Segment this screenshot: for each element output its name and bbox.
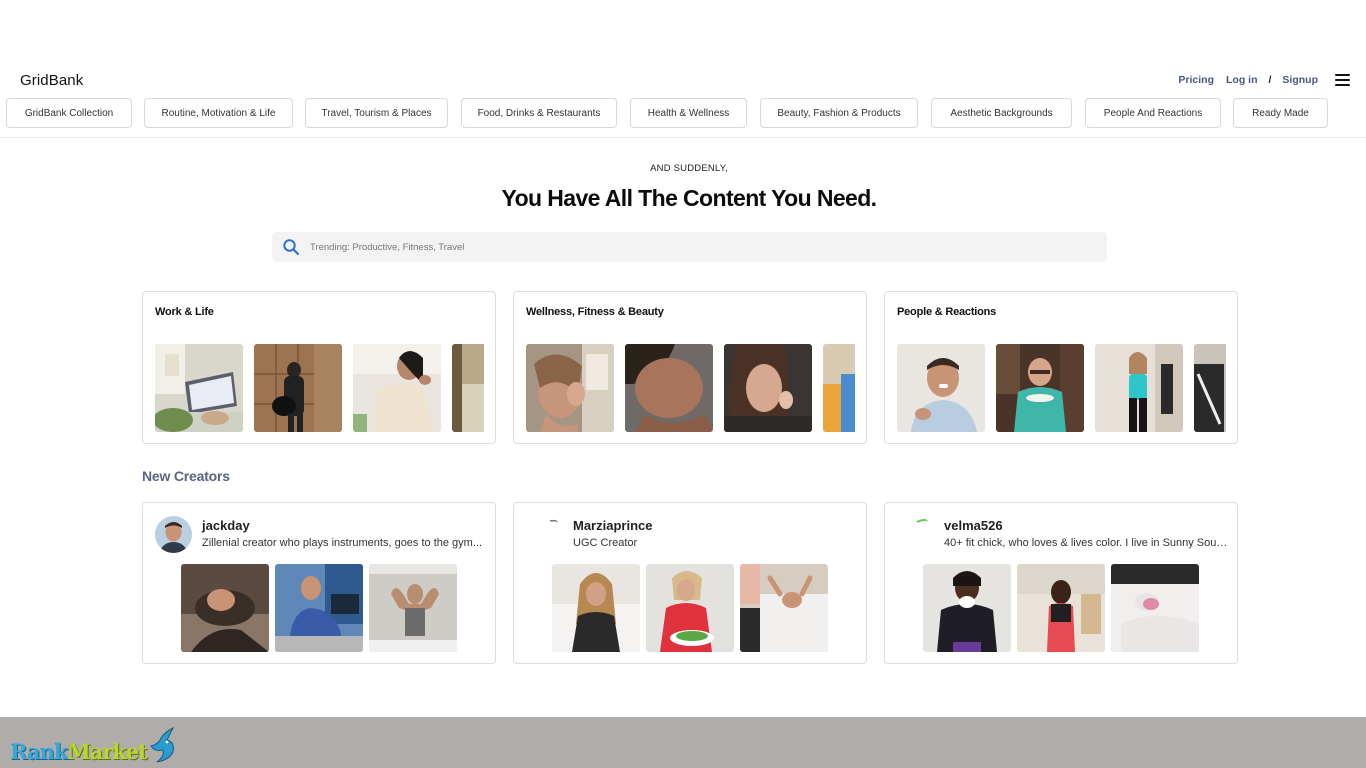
- creator-name[interactable]: jackday: [202, 518, 250, 533]
- thumbnail-smiling-man[interactable]: [897, 344, 985, 432]
- creator-bio: Zillenial creator who plays instruments,…: [202, 537, 483, 549]
- thumbnail-skincare-1[interactable]: [526, 344, 614, 432]
- thumbnail-man-flexing[interactable]: [369, 564, 457, 652]
- category-tab-travel[interactable]: Travel, Tourism & Places: [305, 98, 448, 128]
- thumbnail-woman-salad[interactable]: [646, 564, 734, 652]
- creator-bio: 40+ fit chick, who loves & lives color. …: [944, 537, 1228, 549]
- creator-name[interactable]: velma526: [944, 518, 1003, 533]
- category-tab-routine[interactable]: Routine, Motivation & Life: [144, 98, 293, 128]
- thumbnail-bed[interactable]: [740, 564, 828, 652]
- thumbnail-skincare-2[interactable]: [625, 344, 713, 432]
- category-tab-beauty[interactable]: Beauty, Fashion & Products: [760, 98, 918, 128]
- new-creators-heading: New Creators: [142, 468, 230, 484]
- top-nav: Pricing Log in / Signup: [1178, 74, 1350, 86]
- category-tab-aesthetic[interactable]: Aesthetic Backgrounds: [931, 98, 1072, 128]
- creator-card-velma526[interactable]: velma526 40+ fit chick, who loves & live…: [884, 502, 1238, 664]
- collection-title: People & Reactions: [897, 306, 997, 318]
- header-divider: [0, 137, 1366, 138]
- thumbnail-woman-bed[interactable]: [1111, 564, 1199, 652]
- rankmarket-logo: Rank Market: [10, 726, 179, 764]
- thumbnail-partial[interactable]: [1194, 344, 1226, 432]
- thumbnail-woman-sofa[interactable]: [552, 564, 640, 652]
- thumbnail-laptop[interactable]: [155, 344, 243, 432]
- signup-link[interactable]: Signup: [1282, 74, 1318, 86]
- collection-card-wellness[interactable]: Wellness, Fitness & Beauty: [513, 291, 867, 444]
- creator-card-jackday[interactable]: jackday Zillenial creator who plays inst…: [142, 502, 496, 664]
- creator-bio: UGC Creator: [573, 537, 638, 549]
- creator-thumbnails: [552, 564, 828, 652]
- logo-word-2: Market: [67, 739, 148, 764]
- creator-thumbnails: [181, 564, 457, 652]
- creator-thumbnails: [923, 564, 1199, 652]
- category-tab-ready-made[interactable]: Ready Made: [1233, 98, 1328, 128]
- collection-thumbnails: [155, 344, 484, 432]
- thumbnail-room[interactable]: [452, 344, 484, 432]
- search-bar[interactable]: [272, 232, 1107, 262]
- hero-eyebrow: AND SUDDENLY,: [650, 163, 728, 174]
- logo-word-1: Rank: [10, 739, 68, 764]
- avatar[interactable]: [526, 516, 563, 553]
- collection-thumbnails: [526, 344, 855, 432]
- creator-card-marziaprince[interactable]: Marziaprince UGC Creator: [513, 502, 867, 664]
- collection-title: Wellness, Fitness & Beauty: [526, 306, 664, 318]
- search-icon[interactable]: [282, 238, 300, 256]
- collection-card-people[interactable]: People & Reactions: [884, 291, 1238, 444]
- thumbnail-sweater[interactable]: [353, 344, 441, 432]
- thumbnail-tired-man[interactable]: [181, 564, 269, 652]
- creator-name[interactable]: Marziaprince: [573, 518, 652, 533]
- thumbnail-man-eating[interactable]: [996, 344, 1084, 432]
- page: GridBank Pricing Log in / Signup GridBan…: [0, 0, 1366, 768]
- unicorn-icon: [150, 726, 175, 762]
- collection-thumbnails: [897, 344, 1226, 432]
- collection-card-work-life[interactable]: Work & Life: [142, 291, 496, 444]
- brand-logo[interactable]: GridBank: [20, 72, 83, 89]
- category-tab-health[interactable]: Health & Wellness: [630, 98, 747, 128]
- pricing-link[interactable]: Pricing: [1178, 74, 1214, 86]
- thumbnail-woman-gym[interactable]: [1095, 344, 1183, 432]
- thumbnail-man-desk[interactable]: [275, 564, 363, 652]
- hamburger-menu-icon[interactable]: [1335, 74, 1350, 86]
- avatar[interactable]: [155, 516, 192, 553]
- footer-bar: Rank Market: [0, 717, 1366, 768]
- category-bar: GridBank Collection Routine, Motivation …: [6, 98, 1328, 128]
- thumbnail-woman-couch[interactable]: [1017, 564, 1105, 652]
- thumbnail-woman-tissue[interactable]: [923, 564, 1011, 652]
- login-link[interactable]: Log in: [1226, 74, 1258, 86]
- nav-separator: /: [1268, 74, 1272, 86]
- thumbnail-drink[interactable]: [823, 344, 855, 432]
- category-tab-gridbank-collection[interactable]: GridBank Collection: [6, 98, 132, 128]
- collection-title: Work & Life: [155, 306, 214, 318]
- avatar[interactable]: [897, 516, 934, 553]
- search-input[interactable]: [310, 241, 1070, 253]
- category-tab-people[interactable]: People And Reactions: [1085, 98, 1221, 128]
- hero-headline: You Have All The Content You Need.: [501, 185, 878, 211]
- thumbnail-lockers[interactable]: [254, 344, 342, 432]
- thumbnail-skincare-3[interactable]: [724, 344, 812, 432]
- category-tab-food[interactable]: Food, Drinks & Restaurants: [461, 98, 617, 128]
